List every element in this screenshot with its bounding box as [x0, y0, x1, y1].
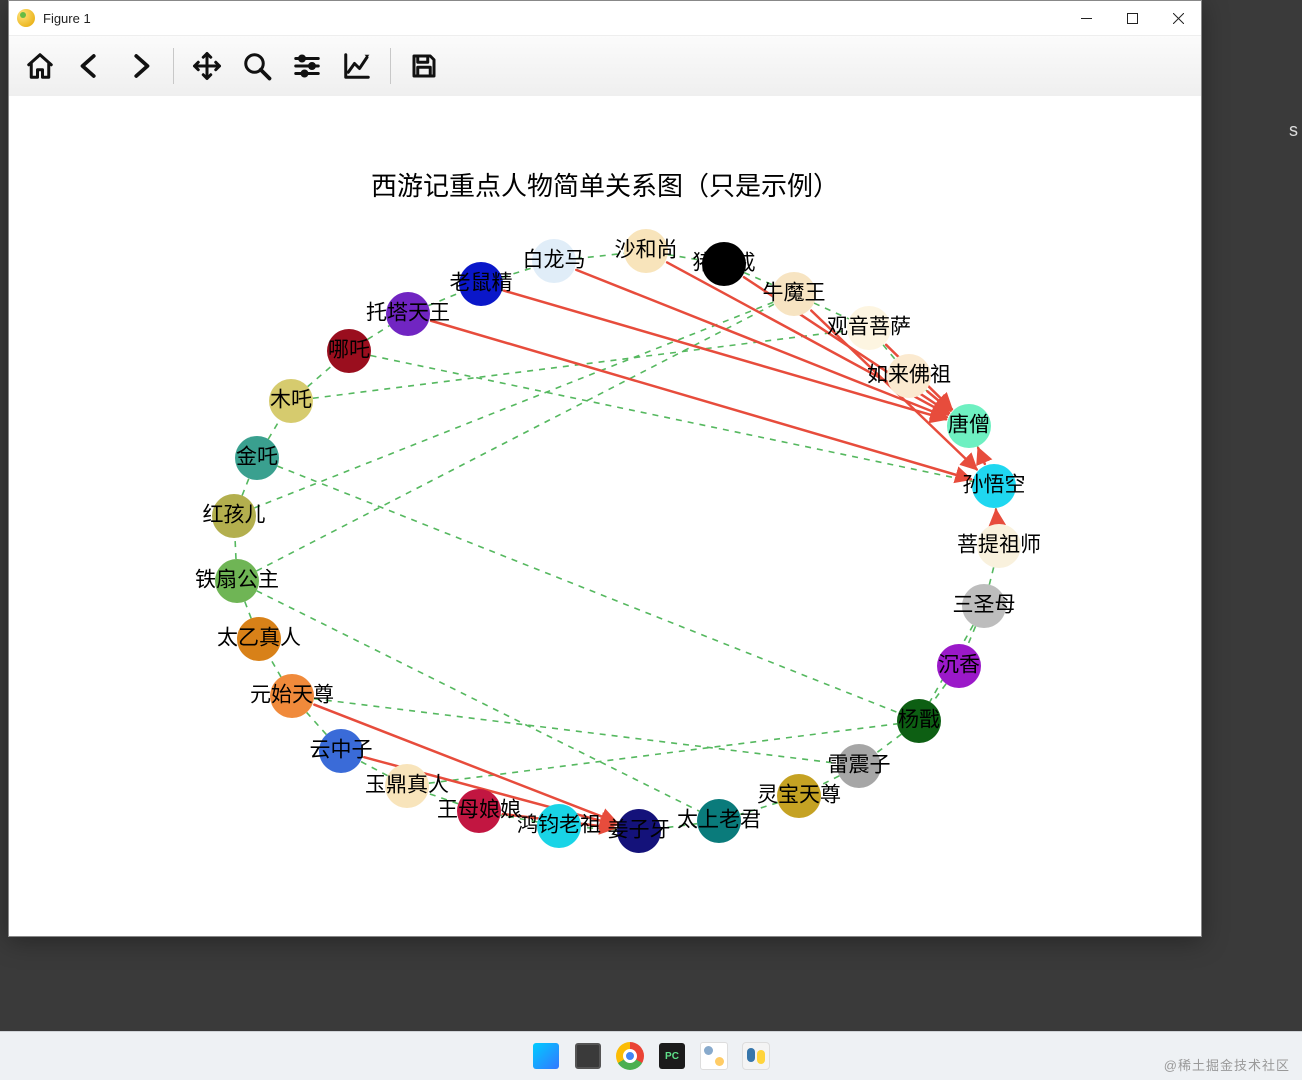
figure-window: Figure 1	[8, 0, 1202, 937]
edge-dashed	[740, 803, 778, 815]
edge-dashed	[429, 724, 897, 783]
edit-axes-button[interactable]	[334, 43, 380, 89]
edge-dashed	[877, 734, 902, 753]
edge-dashed	[268, 420, 279, 439]
graph-node[interactable]	[617, 809, 661, 853]
edge-dashed	[245, 602, 251, 619]
chrome-icon[interactable]	[615, 1041, 645, 1071]
edge-dashed	[428, 793, 458, 804]
separator	[173, 48, 174, 84]
edge-dashed	[307, 712, 327, 734]
graph-node[interactable]	[235, 436, 279, 480]
plot-canvas[interactable]: 西游记重点人物简单关系图（只是示例） 白龙马沙和尚猪八戒牛魔王观音菩萨如来佛祖唐…	[9, 96, 1201, 936]
watermark: @稀土掘金技术社区	[1164, 1055, 1290, 1074]
graph-node[interactable]	[937, 644, 981, 688]
back-button[interactable]	[67, 43, 113, 89]
titlebar[interactable]: Figure 1	[9, 1, 1201, 36]
edge-dashed	[661, 824, 697, 829]
maximize-button[interactable]	[1109, 1, 1155, 35]
edge-dashed	[668, 255, 703, 261]
graph-node[interactable]	[212, 494, 256, 538]
edge-dashed	[502, 268, 533, 278]
graph-node[interactable]	[962, 584, 1006, 628]
edge-directed	[431, 321, 971, 479]
matplotlib-icon[interactable]	[699, 1041, 729, 1071]
graph-node[interactable]	[269, 379, 313, 423]
zoom-button[interactable]	[234, 43, 280, 89]
app-icon	[17, 9, 35, 27]
graph-node[interactable]	[215, 559, 259, 603]
edge-directed	[996, 510, 997, 522]
stray-char: s	[1289, 120, 1298, 141]
pycharm-icon[interactable]: PC	[657, 1041, 687, 1071]
home-button[interactable]	[17, 43, 63, 89]
graph-node[interactable]	[459, 262, 503, 306]
graph-node[interactable]	[327, 329, 371, 373]
graph-node[interactable]	[772, 272, 816, 316]
window-title: Figure 1	[43, 11, 91, 26]
graph-node[interactable]	[537, 804, 581, 848]
graph-node[interactable]	[887, 354, 931, 398]
task-view-button[interactable]	[573, 1041, 603, 1071]
edge-dashed	[277, 466, 898, 713]
graph-node[interactable]	[624, 229, 668, 273]
edge-dashed	[576, 253, 624, 258]
graph-node[interactable]	[237, 617, 281, 661]
edge-dashed	[314, 699, 837, 764]
graph-node[interactable]	[457, 789, 501, 833]
separator	[390, 48, 391, 84]
network-graph: 白龙马沙和尚猪八戒牛魔王观音菩萨如来佛祖唐僧孙悟空菩提祖师三圣母沉香杨戬雷震子灵…	[9, 96, 1201, 936]
graph-node[interactable]	[697, 799, 741, 843]
graph-node[interactable]	[777, 774, 821, 818]
graph-node[interactable]	[897, 699, 941, 743]
edge-dashed	[257, 591, 700, 811]
graph-node[interactable]	[532, 239, 576, 283]
graph-node[interactable]	[847, 306, 891, 350]
matplotlib-toolbar	[9, 36, 1201, 97]
graph-node[interactable]	[385, 764, 429, 808]
pan-button[interactable]	[184, 43, 230, 89]
save-button[interactable]	[401, 43, 447, 89]
edge-dashed	[371, 356, 973, 482]
edge-dashed	[270, 658, 281, 677]
edge-dashed	[819, 776, 840, 786]
taskbar[interactable]: PC	[0, 1031, 1302, 1080]
graph-node[interactable]	[386, 292, 430, 336]
python-icon[interactable]	[741, 1041, 771, 1071]
graph-node[interactable]	[947, 404, 991, 448]
close-button[interactable]	[1155, 1, 1201, 35]
graph-node[interactable]	[702, 242, 746, 286]
edge-dashed	[932, 684, 946, 703]
edge-dashed	[368, 326, 390, 340]
graph-node[interactable]	[319, 729, 363, 773]
configure-subplots-button[interactable]	[284, 43, 330, 89]
desktop: s Figure 1	[0, 0, 1302, 1080]
graph-node[interactable]	[977, 524, 1021, 568]
edge-directed	[978, 448, 985, 464]
graph-node[interactable]	[837, 744, 881, 788]
start-button[interactable]	[531, 1041, 561, 1071]
edge-dashed	[254, 302, 773, 508]
edge-dashed	[242, 478, 249, 495]
graph-node[interactable]	[972, 464, 1016, 508]
edge-directed	[576, 270, 946, 417]
graph-node[interactable]	[270, 674, 314, 718]
edge-dashed	[989, 567, 993, 584]
edge-dashed	[428, 292, 460, 305]
forward-button[interactable]	[117, 43, 163, 89]
minimize-button[interactable]	[1063, 1, 1109, 35]
edge-dashed	[235, 538, 236, 559]
edge-dashed	[308, 365, 333, 386]
